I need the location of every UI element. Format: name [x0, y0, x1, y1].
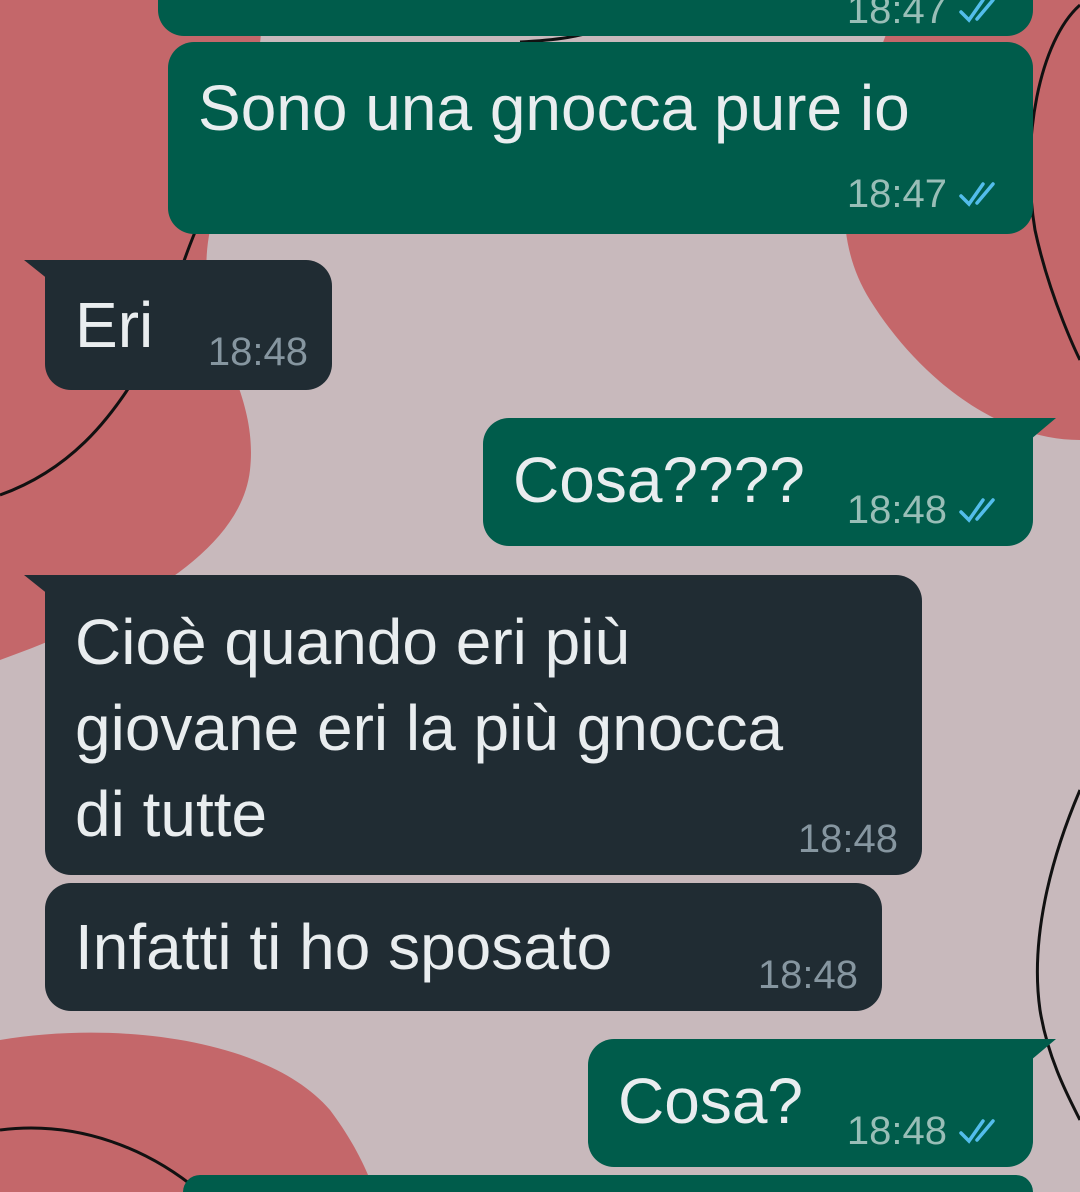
message-text: Cioè quando eri più giovane eri la più g…: [75, 606, 784, 850]
message-bubble-incoming[interactable]: Cioè quando eri più giovane eri la più g…: [45, 575, 922, 875]
message-bubble-outgoing[interactable]: Cosa? 18:48: [588, 1039, 1033, 1167]
message-meta: 18:48: [847, 1109, 1003, 1153]
message-meta: 18:48: [758, 953, 858, 997]
message-time: 18:47: [846, 172, 947, 216]
message-bubble-outgoing[interactable]: 18:47: [158, 0, 1033, 36]
bubble-tail: [1018, 1039, 1056, 1071]
message-bubble-incoming[interactable]: Eri 18:48: [45, 260, 332, 390]
message-text: Sono una gnocca pure io: [198, 72, 910, 144]
message-text: Cosa?: [618, 1065, 803, 1137]
message-time: 18:48: [846, 488, 947, 532]
message-meta: 18:47: [847, 0, 1003, 32]
message-bubble-incoming[interactable]: Infatti ti ho sposato 18:48: [45, 883, 882, 1011]
read-ticks-icon: [959, 1119, 995, 1144]
message-meta: 18:48: [847, 488, 1003, 532]
message-text: Infatti ti ho sposato: [75, 911, 613, 983]
read-ticks-icon: [959, 182, 995, 207]
message-meta: 18:48: [798, 817, 898, 861]
read-ticks-icon: [959, 498, 995, 523]
message-bubble-outgoing[interactable]: [183, 1175, 1033, 1192]
message-time: 18:48: [757, 953, 858, 997]
message-time: 18:48: [846, 1109, 947, 1153]
message-meta: 18:47: [847, 172, 1003, 216]
message-time: 18:47: [846, 0, 947, 32]
message-time: 18:48: [797, 817, 898, 861]
message-text: Cosa????: [513, 444, 805, 516]
message-bubble-outgoing[interactable]: Sono una gnocca pure io 18:47: [168, 42, 1033, 234]
read-ticks-icon: [959, 0, 995, 23]
bubble-tail: [1018, 418, 1056, 450]
message-meta: 18:48: [208, 330, 308, 374]
message-text: Eri: [75, 289, 154, 361]
message-bubble-outgoing[interactable]: Cosa???? 18:48: [483, 418, 1033, 546]
message-time: 18:48: [207, 330, 308, 374]
